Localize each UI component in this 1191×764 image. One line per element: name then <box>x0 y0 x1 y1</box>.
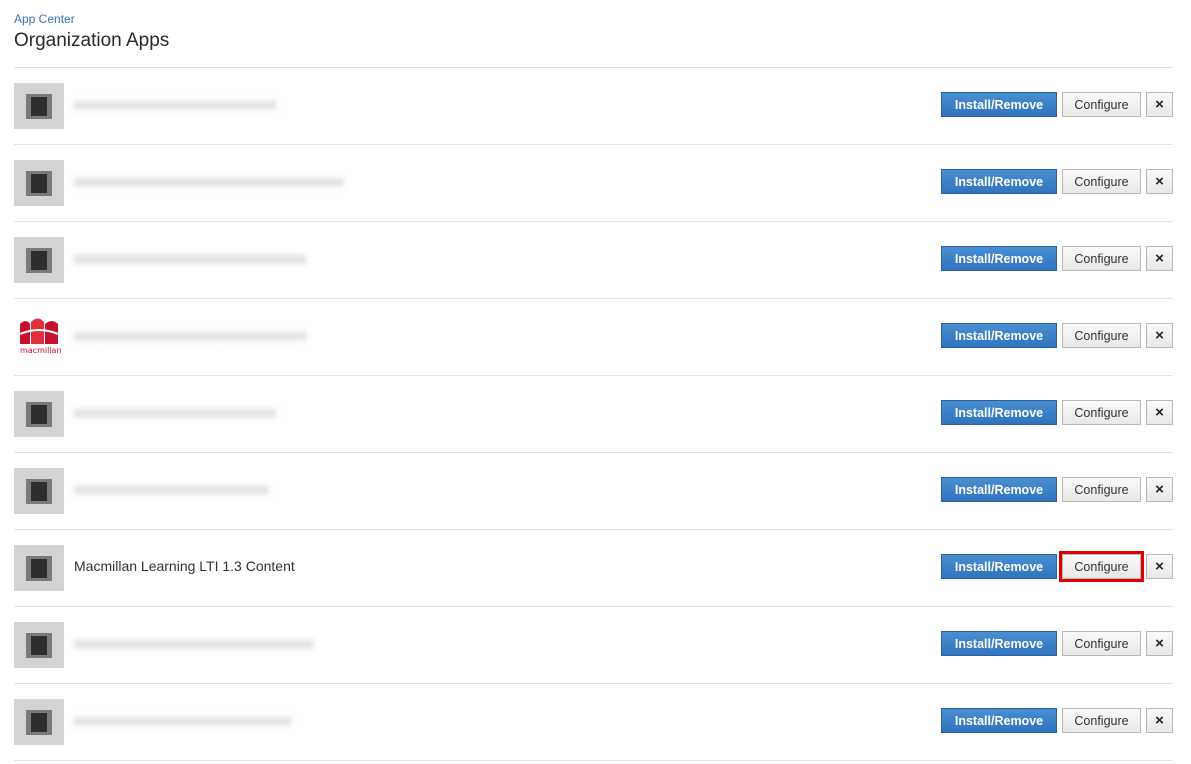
configure-button[interactable]: Configure <box>1062 400 1141 425</box>
app-actions: Install/Remove Configure × <box>941 551 1173 582</box>
configure-button[interactable]: Configure <box>1062 477 1141 502</box>
install-remove-button[interactable]: Install/Remove <box>941 323 1057 348</box>
app-name: xxxxxxxxxxxxxxxxxxxxxxxxxxx <box>74 96 277 112</box>
app-row: xxxxxxxxxxxxxxxxxxxxxxxxxxx Install/Remov… <box>14 376 1173 453</box>
app-list: xxxxxxxxxxxxxxxxxxxxxxxxxxx Install/Remov… <box>14 68 1173 761</box>
configure-button[interactable]: Configure <box>1062 631 1141 656</box>
app-row: Macmillan Learning LTI 1.3 Content Instal… <box>14 530 1173 607</box>
macmillan-logo-icon: macmillan <box>14 314 64 360</box>
configure-button[interactable]: Configure <box>1062 323 1141 348</box>
app-actions: Install/Remove Configure × <box>941 92 1173 117</box>
app-name: xxxxxxxxxxxxxxxxxxxxxxxxxxxxxxxx <box>74 635 314 651</box>
app-row: xxxxxxxxxxxxxxxxxxxxxxxxxxxxx Install/Rem… <box>14 684 1173 761</box>
app-actions: Install/Remove Configure × <box>941 169 1173 194</box>
install-remove-button[interactable]: Install/Remove <box>941 400 1057 425</box>
delete-icon[interactable]: × <box>1146 477 1173 502</box>
app-actions: Install/Remove Configure × <box>941 477 1173 502</box>
generic-app-icon <box>14 237 64 283</box>
install-remove-button[interactable]: Install/Remove <box>941 631 1057 656</box>
delete-icon[interactable]: × <box>1146 554 1173 579</box>
app-row: xxxxxxxxxxxxxxxxxxxxxxxxxxxxxxxx Install/… <box>14 607 1173 684</box>
app-actions: Install/Remove Configure × <box>941 400 1173 425</box>
app-row: xxxxxxxxxxxxxxxxxxxxxxxxxxxxxxxxxxxx Inst… <box>14 145 1173 222</box>
configure-button[interactable]: Configure <box>1062 246 1141 271</box>
page-title: Organization Apps <box>14 30 170 51</box>
delete-icon[interactable]: × <box>1146 323 1173 348</box>
configure-button[interactable]: Configure <box>1059 551 1144 582</box>
app-actions: Install/Remove Configure × <box>941 323 1173 348</box>
delete-icon[interactable]: × <box>1146 631 1173 656</box>
app-actions: Install/Remove Configure × <box>941 631 1173 656</box>
generic-app-icon <box>14 545 64 591</box>
app-row: macmillan xxxxxxxxxxxxxxxxxxxxxxxxxxxxxxx… <box>14 299 1173 376</box>
delete-icon[interactable]: × <box>1146 246 1173 271</box>
delete-icon[interactable]: × <box>1146 400 1173 425</box>
app-name: xxxxxxxxxxxxxxxxxxxxxxxxxxx <box>74 404 277 420</box>
app-name: xxxxxxxxxxxxxxxxxxxxxxxxxx <box>74 481 269 497</box>
generic-app-icon <box>14 391 64 437</box>
install-remove-button[interactable]: Install/Remove <box>941 169 1057 194</box>
generic-app-icon <box>14 699 64 745</box>
app-name: xxxxxxxxxxxxxxxxxxxxxxxxxxxxxxx <box>74 250 307 266</box>
app-actions: Install/Remove Configure × <box>941 708 1173 733</box>
app-name: xxxxxxxxxxxxxxxxxxxxxxxxxxxxx <box>74 712 292 728</box>
app-name: xxxxxxxxxxxxxxxxxxxxxxxxxxxxxxxxxxxx <box>74 173 344 189</box>
macmillan-logo-mark <box>19 318 59 344</box>
app-row: xxxxxxxxxxxxxxxxxxxxxxxxxxx Install/Remov… <box>14 68 1173 145</box>
generic-app-icon <box>14 160 64 206</box>
app-name: Macmillan Learning LTI 1.3 Content <box>74 558 295 574</box>
install-remove-button[interactable]: Install/Remove <box>941 708 1057 733</box>
macmillan-logo-text: macmillan <box>20 346 62 355</box>
delete-icon[interactable]: × <box>1146 169 1173 194</box>
app-row: xxxxxxxxxxxxxxxxxxxxxxxxxxxxxxx Install/R… <box>14 222 1173 299</box>
app-row: xxxxxxxxxxxxxxxxxxxxxxxxxx Install/Remove… <box>14 453 1173 530</box>
app-name: xxxxxxxxxxxxxxxxxxxxxxxxxxxxxxx <box>74 327 307 343</box>
install-remove-button[interactable]: Install/Remove <box>941 477 1057 502</box>
generic-app-icon <box>14 468 64 514</box>
configure-button[interactable]: Configure <box>1062 169 1141 194</box>
generic-app-icon <box>14 622 64 668</box>
install-remove-button[interactable]: Install/Remove <box>941 92 1057 117</box>
generic-app-icon <box>14 83 64 129</box>
install-remove-button[interactable]: Install/Remove <box>941 246 1057 271</box>
delete-icon[interactable]: × <box>1146 708 1173 733</box>
configure-button[interactable]: Configure <box>1062 92 1141 117</box>
app-actions: Install/Remove Configure × <box>941 246 1173 271</box>
configure-button[interactable]: Configure <box>1062 708 1141 733</box>
delete-icon[interactable]: × <box>1146 92 1173 117</box>
breadcrumb-app-center[interactable]: App Center <box>14 12 75 26</box>
install-remove-button[interactable]: Install/Remove <box>941 554 1057 579</box>
